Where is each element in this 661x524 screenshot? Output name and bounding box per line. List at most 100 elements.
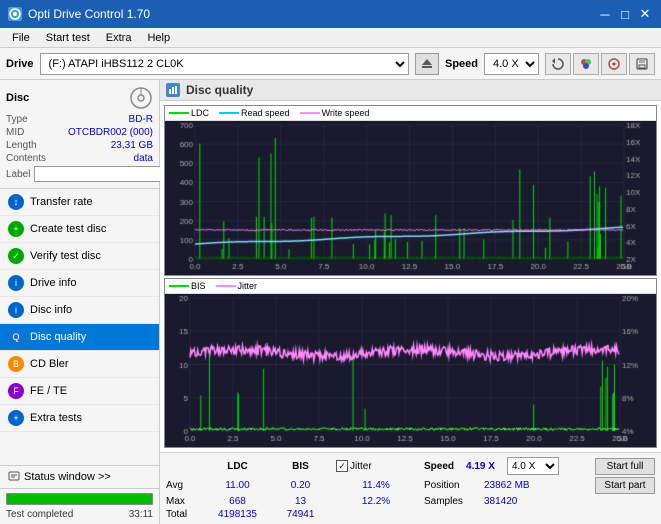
verify-test-disc-label: Verify test disc (30, 250, 101, 262)
length-value: 23,31 GB (111, 140, 153, 151)
sidebar-item-extra-tests[interactable]: + Extra tests (0, 405, 159, 432)
chart-header-icon (166, 83, 180, 97)
sidebar-item-fe-te[interactable]: F FE / TE (0, 378, 159, 405)
right-panel: Disc quality LDC Read speed (160, 80, 661, 524)
start-part-button[interactable]: Start part (595, 477, 655, 494)
speed-select[interactable]: 4.0 X (484, 53, 539, 75)
create-test-disc-icon: + (8, 221, 24, 237)
samples-label: Samples (424, 496, 474, 507)
app-icon (8, 7, 22, 21)
type-label: Type (6, 114, 28, 125)
ldc-label: LDC (191, 108, 209, 118)
sidebar-item-cd-bler[interactable]: B CD Bler (0, 351, 159, 378)
ldc-color (169, 112, 189, 114)
disc-length-row: Length 23,31 GB (6, 140, 153, 151)
label-input[interactable] (34, 166, 172, 182)
menu-bar: File Start test Extra Help (0, 28, 661, 48)
disc-info-icon: i (8, 302, 24, 318)
minimize-button[interactable]: ─ (597, 6, 613, 22)
position-label: Position (424, 480, 474, 491)
label-label: Label (6, 169, 30, 180)
max-bis: 13 (273, 496, 328, 507)
drive-info-label: Drive info (30, 277, 76, 289)
jitter-legend: Jitter (216, 281, 258, 291)
drive-info-icon: i (8, 275, 24, 291)
avg-label: Avg (166, 480, 202, 491)
speed-label: Speed (445, 58, 478, 70)
sidebar-item-disc-quality[interactable]: Q Disc quality (0, 324, 159, 351)
disc-section: Disc Type BD-R MID OTCBDR002 (000) Lengt… (0, 80, 159, 189)
refresh-button[interactable] (545, 53, 571, 75)
bottom-chart-wrapper (165, 294, 656, 447)
maximize-button[interactable]: □ (617, 6, 633, 22)
chart-panel-title: Disc quality (186, 83, 253, 97)
progress-bar-outer (6, 493, 153, 505)
length-label: Length (6, 140, 37, 151)
disc-button[interactable] (601, 53, 627, 75)
time-text: 33:11 (129, 509, 153, 520)
disc-header: Disc (6, 86, 153, 110)
progress-bar-inner (7, 494, 152, 504)
toolbar-icons (545, 53, 655, 75)
eject-button[interactable] (415, 53, 439, 75)
menu-help[interactable]: Help (139, 30, 178, 46)
title-bar: Opti Drive Control 1.70 ─ □ ✕ (0, 0, 661, 28)
read-speed-color (219, 112, 239, 114)
disc-quality-icon: Q (8, 329, 24, 345)
sidebar-item-drive-info[interactable]: i Drive info (0, 270, 159, 297)
start-part-wrapper: Start part (595, 477, 655, 494)
sidebar-nav: ↕ Transfer rate + Create test disc ✓ Ver… (0, 189, 159, 465)
sidebar-bottom: Status window >> Test completed 33:11 (0, 465, 159, 524)
verify-test-disc-icon: ✓ (8, 248, 24, 264)
progress-section: Test completed 33:11 (0, 488, 159, 524)
status-window-button[interactable]: Status window >> (0, 466, 159, 488)
type-value: BD-R (129, 114, 153, 125)
stats-total-row: Total 4198135 74941 (166, 509, 655, 520)
jitter-color (216, 285, 236, 287)
save-button[interactable] (629, 53, 655, 75)
sidebar-item-create-test-disc[interactable]: + Create test disc (0, 216, 159, 243)
fe-te-label: FE / TE (30, 385, 67, 397)
read-speed-legend: Read speed (219, 108, 290, 118)
drive-select[interactable]: (F:) ATAPI iHBS112 2 CL0K (40, 53, 409, 75)
bis-header: BIS (273, 461, 328, 472)
jitter-checkbox-label: Jitter (350, 461, 372, 472)
menu-extra[interactable]: Extra (98, 30, 140, 46)
top-chart-container: LDC Read speed Write speed (164, 105, 657, 276)
create-test-disc-label: Create test disc (30, 223, 106, 235)
menu-start-test[interactable]: Start test (38, 30, 98, 46)
transfer-rate-label: Transfer rate (30, 196, 93, 208)
disc-contents-row: Contents data (6, 153, 153, 164)
top-chart-legend: LDC Read speed Write speed (165, 106, 656, 121)
jitter-check-row: ✓ Jitter (336, 460, 416, 472)
avg-ldc: 11.00 (210, 480, 265, 491)
disc-mid-row: MID OTCBDR002 (000) (6, 127, 153, 138)
jitter-checkbox[interactable]: ✓ (336, 460, 348, 472)
write-speed-color (300, 112, 320, 114)
action-buttons: Start full (595, 458, 655, 475)
bis-legend: BIS (169, 281, 206, 291)
sidebar: Disc Type BD-R MID OTCBDR002 (000) Lengt… (0, 80, 160, 524)
ldc-legend: LDC (169, 108, 209, 118)
start-full-button[interactable]: Start full (595, 458, 655, 475)
cd-bler-label: CD Bler (30, 358, 69, 370)
avg-jitter: 11.4% (336, 480, 416, 491)
disc-title: Disc (6, 92, 29, 104)
max-ldc: 668 (210, 496, 265, 507)
color-button[interactable] (573, 53, 599, 75)
window-controls: ─ □ ✕ (597, 6, 653, 22)
label-row: Label ✎ (6, 166, 153, 182)
close-button[interactable]: ✕ (637, 6, 653, 22)
sidebar-item-transfer-rate[interactable]: ↕ Transfer rate (0, 189, 159, 216)
menu-file[interactable]: File (4, 30, 38, 46)
charts-area: LDC Read speed Write speed (160, 101, 661, 452)
speed-test-select[interactable]: 4.0 X (507, 457, 559, 475)
sidebar-item-verify-test-disc[interactable]: ✓ Verify test disc (0, 243, 159, 270)
sidebar-item-disc-info[interactable]: i Disc info (0, 297, 159, 324)
drive-label: Drive (6, 58, 34, 70)
stats-avg-row: Avg 11.00 0.20 11.4% Position 23862 MB S… (166, 477, 655, 494)
speed-value-display: 4.19 X (466, 460, 495, 472)
speed-stat-header: Speed (424, 461, 454, 472)
mid-label: MID (6, 127, 24, 138)
contents-value: data (134, 153, 153, 164)
